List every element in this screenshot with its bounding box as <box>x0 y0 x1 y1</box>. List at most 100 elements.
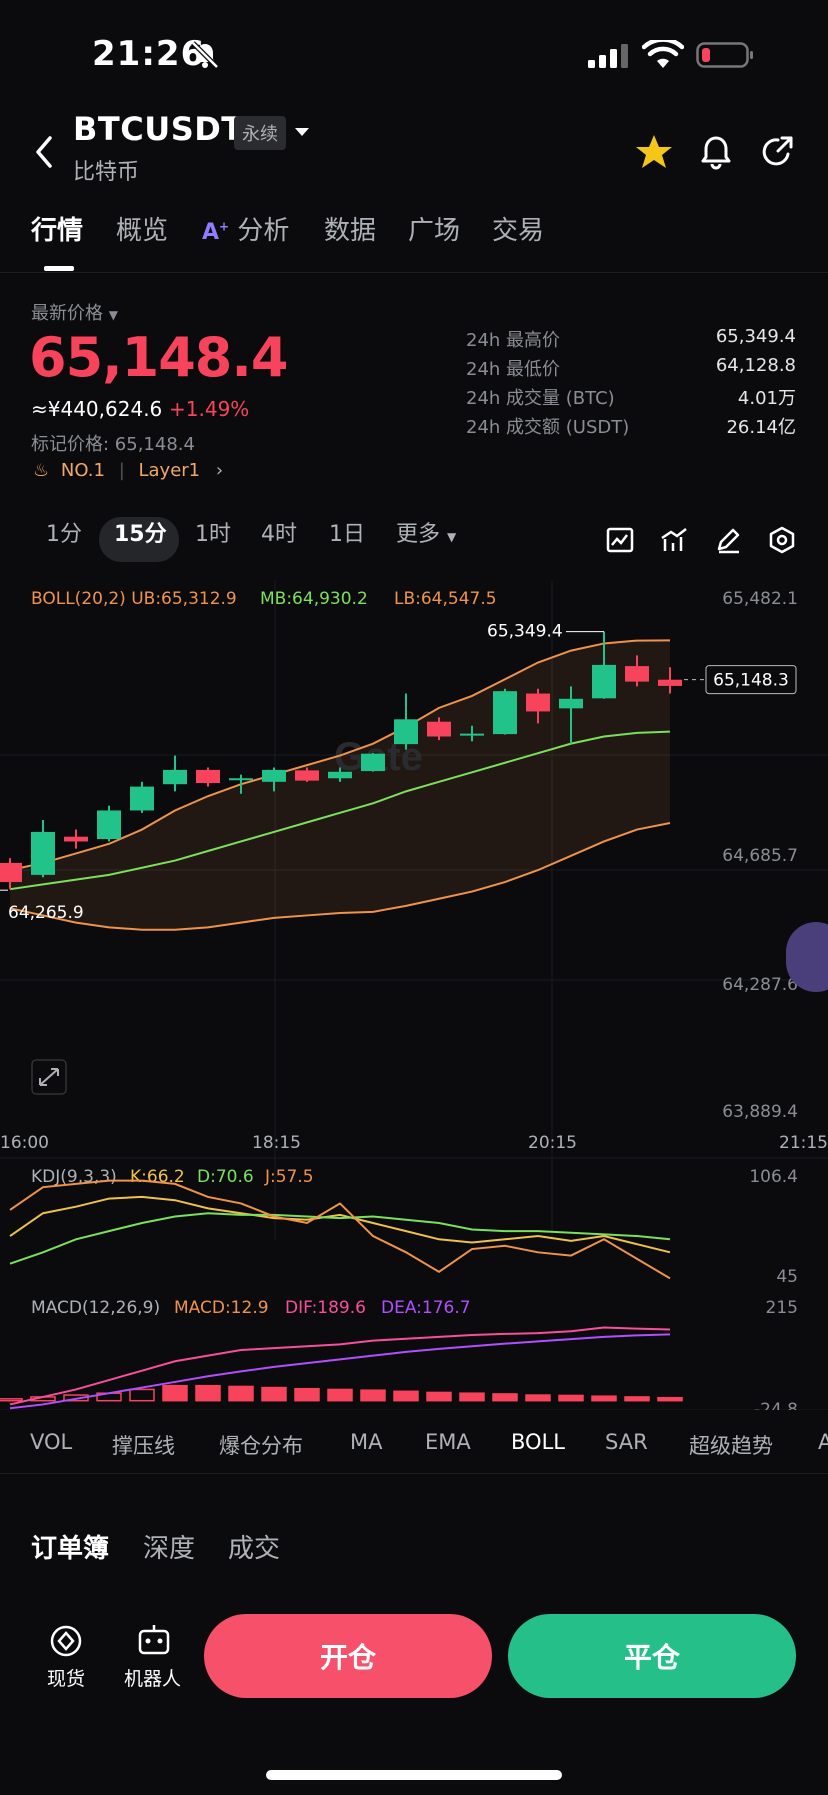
tab-orderbook[interactable]: 订单簿 <box>31 1528 109 1565</box>
macd-histogram-bar <box>294 1387 320 1402</box>
low-price-label: 64,265.9 <box>8 903 84 923</box>
timeframe-1d[interactable]: 1日 <box>329 516 365 548</box>
indicator-tab-ma[interactable]: MA <box>350 1430 382 1454</box>
home-indicator <box>266 1770 562 1780</box>
candle-body <box>493 691 517 735</box>
flame-icon: ♨ <box>33 460 50 481</box>
indicator-tab-support[interactable]: 撑压线 <box>112 1430 175 1460</box>
kdj-d-label: D:70.6 <box>197 1167 254 1187</box>
indicator-tab-vol[interactable]: VOL <box>30 1430 72 1454</box>
macd-histogram-bar <box>624 1396 650 1402</box>
current-price-label: 65,148.3 <box>713 671 789 691</box>
candle-body <box>64 836 88 842</box>
wifi-icon <box>642 40 684 68</box>
candle-body <box>658 679 682 686</box>
tab-square[interactable]: 广场 <box>408 210 460 247</box>
tab-analysis[interactable]: A+ 分析 <box>202 210 289 247</box>
macd-dif-label: DIF:189.6 <box>285 1298 366 1318</box>
candle-body <box>394 719 418 745</box>
draw-icon[interactable] <box>713 525 743 555</box>
macd-histogram-bar <box>657 1396 683 1402</box>
cny-price: ≈¥440,624.6 <box>31 397 163 421</box>
candle-body <box>295 770 319 781</box>
stat-label: 24h 最高价 <box>466 330 561 351</box>
robot-label[interactable]: 机器人 <box>124 1664 181 1691</box>
indicator-tab-ema[interactable]: EMA <box>425 1430 471 1454</box>
boll-label: BOLL(20,2) UB:65,312.9 <box>31 589 237 609</box>
indicator-tab-sar[interactable]: SAR <box>605 1430 648 1454</box>
macd-histogram-bar <box>525 1394 551 1402</box>
indicator-icon[interactable] <box>659 525 689 555</box>
tab-depth[interactable]: 深度 <box>143 1528 195 1565</box>
chart-type-icon[interactable] <box>605 525 635 555</box>
last-price-label[interactable]: 最新价格 ▼ <box>31 299 118 325</box>
rank-badge[interactable]: ♨ NO.1 | Layer1 › <box>33 460 223 481</box>
macd-value-label: MACD:12.9 <box>174 1298 269 1318</box>
mark-price: 标记价格: 65,148.4 <box>31 434 195 455</box>
status-time: 21:26 <box>92 34 206 74</box>
spot-icon[interactable] <box>48 1623 84 1659</box>
macd-histogram-bar <box>591 1395 617 1402</box>
kdj-j-line <box>9 1179 671 1280</box>
close-position-button[interactable]: 平仓 <box>508 1614 796 1698</box>
y-tick-label: 63,889.4 <box>722 1102 798 1122</box>
tab-trades[interactable]: 成交 <box>228 1528 280 1565</box>
macd-histogram-bar <box>558 1394 584 1402</box>
robot-icon[interactable] <box>135 1621 173 1659</box>
tab-market[interactable]: 行情 <box>31 210 83 247</box>
candle-body <box>130 786 154 811</box>
macd-histogram-bar <box>0 1398 23 1402</box>
floating-assistant-button[interactable] <box>786 922 828 992</box>
y-tick-label: 64,685.7 <box>722 846 798 866</box>
macd-label: MACD(12,26,9) <box>31 1298 160 1318</box>
candle-body <box>592 664 616 699</box>
bell-icon[interactable] <box>696 132 736 172</box>
chevron-down-icon[interactable] <box>294 126 310 138</box>
kline-chart[interactable]: GateBOLL(20,2) UB:65,312.9MB:64,930.2LB:… <box>0 580 828 1410</box>
candle-body <box>427 721 451 737</box>
star-icon[interactable] <box>634 132 674 172</box>
battery-icon <box>696 42 753 68</box>
indicator-tab-liq[interactable]: 爆仓分布 <box>219 1430 303 1460</box>
timeframe-15m[interactable]: 15分 <box>114 516 167 548</box>
candle-body <box>526 693 550 712</box>
chevron-right-icon: › <box>215 460 224 481</box>
indicator-tab-boll[interactable]: BOLL <box>511 1430 565 1454</box>
indicator-tab-more[interactable]: A <box>818 1430 828 1454</box>
macd-histogram-bar <box>426 1391 452 1402</box>
tab-trade[interactable]: 交易 <box>492 210 544 247</box>
back-icon[interactable] <box>30 132 60 172</box>
stat-value: 26.14亿 <box>726 417 796 438</box>
timeframe-more[interactable]: 更多 ▼ <box>396 516 456 548</box>
macd-tick-label: 215 <box>766 1298 798 1318</box>
timeframe-1m[interactable]: 1分 <box>46 516 82 548</box>
spot-label[interactable]: 现货 <box>47 1664 85 1691</box>
symbol-name: 比特币 <box>73 160 140 185</box>
stat-value: 65,349.4 <box>715 326 796 347</box>
timeframe-1h[interactable]: 1时 <box>195 516 231 548</box>
timeframe-4h[interactable]: 4时 <box>261 516 297 548</box>
symbol-title[interactable]: BTCUSDT <box>73 110 244 148</box>
candle-body <box>0 862 22 883</box>
candle-body <box>460 733 484 736</box>
stat-label: 24h 最低价 <box>466 359 561 380</box>
candle-body <box>625 666 649 682</box>
macd-histogram-bar <box>129 1388 155 1402</box>
open-position-button[interactable]: 开仓 <box>204 1614 492 1698</box>
bell-off-icon <box>191 41 219 69</box>
contract-type-badge: 永续 <box>234 116 286 150</box>
tab-active-indicator <box>44 266 74 271</box>
kdj-k-line <box>9 1195 671 1254</box>
indicator-tab-supertrend[interactable]: 超级趋势 <box>689 1430 773 1460</box>
tab-overview[interactable]: 概览 <box>116 210 168 247</box>
tab-data[interactable]: 数据 <box>324 210 376 247</box>
change-percent: +1.49% <box>169 397 250 421</box>
candle-body <box>229 778 253 781</box>
divider <box>0 272 828 273</box>
settings-icon[interactable] <box>767 525 797 555</box>
macd-histogram-bar <box>162 1384 188 1402</box>
candle-body <box>328 771 352 779</box>
share-icon[interactable] <box>758 132 798 172</box>
boll-mb-label: MB:64,930.2 <box>260 589 368 609</box>
stat-value: 4.01万 <box>737 388 796 409</box>
